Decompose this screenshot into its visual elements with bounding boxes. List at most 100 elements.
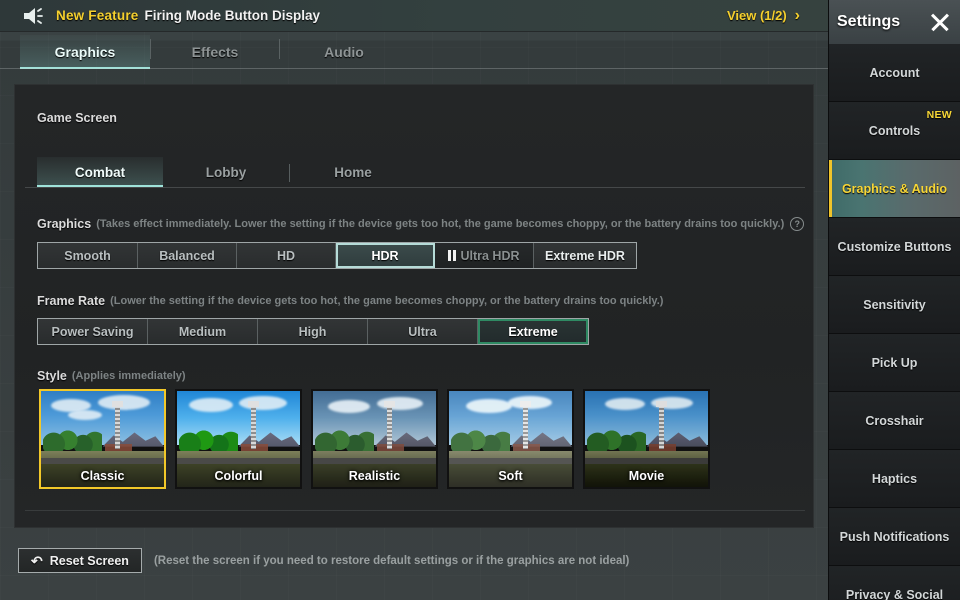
frame-rate-option-power-saving-label: Power Saving [51,324,134,339]
speaker-icon [20,5,48,27]
new-feature-tag: New Feature [56,8,139,23]
reset-screen-button-label: Reset Screen [49,553,129,568]
frame-rate-label: Frame Rate [37,294,106,308]
graphics-option-extreme-hdr[interactable]: Extreme HDR [534,243,636,268]
sidebar-item-controls[interactable]: NEW Controls [829,102,960,160]
sidebar-item-privacy-social-label: Privacy & Social [845,587,944,600]
frame-rate-description: (Lower the setting if the device gets to… [110,295,664,307]
graphics-row-header: Graphics (Takes effect immediately. Lowe… [37,217,805,231]
tab-audio[interactable]: Audio [280,35,408,69]
lock-icon [448,250,457,261]
graphics-option-hdr[interactable]: HDR [336,243,435,268]
announcement-banner[interactable]: New Feature Firing Mode Button Display V… [0,0,828,32]
tab-effects[interactable]: Effects [151,35,279,69]
frame-rate-option-high[interactable]: High [258,319,368,344]
reset-screen-button[interactable]: ↷ Reset Screen [18,548,142,573]
reset-row: ↷ Reset Screen (Reset the screen if you … [18,548,629,573]
style-option-movie[interactable]: Movie [583,389,710,489]
game-screen-header: Game Screen [37,111,117,125]
frame-rate-option-extreme-label: Extreme [508,324,558,339]
sidebar-item-account-label: Account [869,65,920,80]
sidebar-item-privacy-social[interactable]: Privacy & Social [829,566,960,600]
sidebar-item-push-notifications[interactable]: Push Notifications [829,508,960,566]
graphics-option-hd[interactable]: HD [237,243,336,268]
frame-rate-option-extreme[interactable]: Extreme [478,319,588,344]
graphics-label: Graphics [37,217,92,231]
game-screen-label: Game Screen [37,111,117,125]
graphics-option-balanced[interactable]: Balanced [138,243,237,268]
frame-rate-option-ultra[interactable]: Ultra [368,319,478,344]
view-pager-label: View (1/2) [726,8,787,23]
graphics-settings-panel: Game Screen Combat Lobby Home Graphics (… [14,84,814,528]
frame-rate-option-high-label: High [298,324,327,339]
style-option-soft[interactable]: Soft [447,389,574,489]
tab-effects-label: Effects [191,44,239,60]
style-option-soft-label: Soft [498,469,523,483]
style-description: (Applies immediately) [71,370,186,382]
sidebar-item-account[interactable]: Account [829,44,960,102]
settings-screen: New Feature Firing Mode Button Display V… [0,0,960,600]
style-thumbnail-list[interactable]: Classic Colorful Realistic Soft Movie [39,389,710,489]
graphics-option-group[interactable]: Smooth Balanced HD HDR Ultra HDR Extreme… [37,242,637,269]
frame-rate-option-medium-label: Medium [178,324,227,339]
help-icon[interactable]: ? [790,217,805,231]
graphics-description: (Takes effect immediately. Lower the set… [96,218,785,230]
sidebar-item-crosshair-label: Crosshair [865,413,924,428]
tab-audio-label: Audio [324,44,364,60]
sidebar-item-pick-up[interactable]: Pick Up [829,334,960,392]
frame-rate-option-ultra-label: Ultra [408,324,437,339]
sidebar-item-haptics[interactable]: Haptics [829,450,960,508]
style-option-colorful-label: Colorful [214,469,263,483]
sidebar-item-graphics-audio-label: Graphics & Audio [841,181,948,196]
sidebar-header: Settings [829,0,960,44]
sidebar-item-pick-up-label: Pick Up [871,355,918,370]
style-option-classic[interactable]: Classic [39,389,166,489]
sidebar-item-sensitivity-label: Sensitivity [863,297,926,312]
sidebar-item-controls-label: Controls [868,123,921,138]
graphics-option-hd-label: HD [276,248,296,263]
tab-graphics-label: Graphics [54,44,116,60]
chevron-right-icon: › [794,6,800,24]
subtab-lobby-label: Lobby [205,164,247,180]
style-label: Style [37,369,67,383]
style-option-movie-label: Movie [628,469,665,483]
settings-title: Settings [837,13,901,30]
panel-divider [25,510,805,511]
graphics-option-smooth-label: Smooth [64,248,111,263]
sidebar-item-customize-buttons-label: Customize Buttons [837,239,952,254]
graphics-option-hdr-label: HDR [371,248,399,263]
sidebar-item-graphics-audio[interactable]: Graphics & Audio [829,160,960,218]
style-option-classic-label: Classic [80,469,125,483]
game-screen-tabs[interactable]: Combat Lobby Home [37,157,416,187]
subtab-home[interactable]: Home [290,157,416,187]
tab-graphics[interactable]: Graphics [20,35,150,69]
sidebar-item-crosshair[interactable]: Crosshair [829,392,960,450]
sidebar-item-haptics-label: Haptics [871,471,918,486]
refresh-ccw-icon: ↷ [31,552,43,569]
close-icon[interactable] [930,12,950,32]
frame-rate-row-header: Frame Rate (Lower the setting if the dev… [37,294,663,308]
sidebar-item-customize-buttons[interactable]: Customize Buttons [829,218,960,276]
banner-message: Firing Mode Button Display [144,8,320,23]
sidebar-item-push-notifications-label: Push Notifications [839,529,950,544]
style-option-realistic[interactable]: Realistic [311,389,438,489]
graphics-option-extreme-hdr-label: Extreme HDR [545,248,625,263]
style-row-header: Style (Applies immediately) [37,369,186,383]
frame-rate-option-group[interactable]: Power Saving Medium High Ultra Extreme [37,318,589,345]
reset-description: (Reset the screen if you need to restore… [153,554,630,567]
frame-rate-option-power-saving[interactable]: Power Saving [38,319,148,344]
view-pager-button[interactable]: View (1/2) › [726,6,800,24]
style-option-colorful[interactable]: Colorful [175,389,302,489]
subtab-combat-label: Combat [74,164,126,180]
graphics-option-ultra-hdr[interactable]: Ultra HDR [435,243,534,268]
settings-sidebar: Settings Account NEW Controls Graphics &… [828,0,960,600]
style-option-realistic-label: Realistic [348,469,401,483]
subtab-lobby[interactable]: Lobby [163,157,289,187]
frame-rate-option-medium[interactable]: Medium [148,319,258,344]
graphics-option-ultra-hdr-label: Ultra HDR [460,248,520,263]
main-tab-bar[interactable]: Graphics Effects Audio [0,32,828,69]
subtab-combat[interactable]: Combat [37,157,163,187]
graphics-option-balanced-label: Balanced [159,248,215,263]
graphics-option-smooth[interactable]: Smooth [38,243,138,268]
sidebar-item-sensitivity[interactable]: Sensitivity [829,276,960,334]
